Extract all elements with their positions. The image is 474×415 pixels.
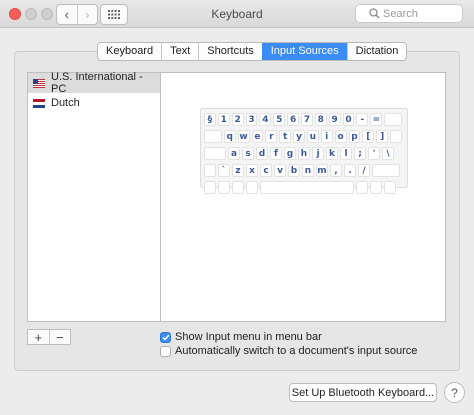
key: r bbox=[265, 130, 278, 143]
key: o bbox=[334, 130, 347, 143]
key: y bbox=[293, 130, 305, 143]
key: 4 bbox=[259, 113, 272, 126]
key: . bbox=[344, 164, 356, 177]
search-icon bbox=[369, 8, 380, 19]
checkbox-label: Automatically switch to a document's inp… bbox=[175, 345, 418, 357]
key-blank bbox=[260, 181, 354, 194]
keyboard-row: a s d f g h j k l ; ' \ bbox=[204, 147, 404, 161]
key: g bbox=[284, 147, 296, 160]
key-blank bbox=[384, 113, 402, 126]
input-source-list: U.S. International - PC Dutch bbox=[27, 71, 160, 322]
key: = bbox=[370, 113, 383, 126]
us-flag-icon bbox=[33, 78, 45, 88]
key: n bbox=[302, 164, 314, 177]
keyboard-row: § 1 2 3 4 5 6 7 8 9 0 - = bbox=[204, 113, 404, 127]
key: m bbox=[316, 164, 328, 177]
key: 3 bbox=[245, 113, 258, 126]
key-blank bbox=[204, 164, 216, 177]
key: ` bbox=[218, 164, 230, 177]
key: i bbox=[320, 130, 333, 143]
key: k bbox=[326, 147, 338, 160]
key: s bbox=[242, 147, 254, 160]
key-blank bbox=[390, 130, 402, 143]
key-blank bbox=[204, 147, 226, 160]
title-bar: ‹ › Keyboard Search bbox=[0, 0, 474, 28]
key: x bbox=[246, 164, 258, 177]
tab-keyboard[interactable]: Keyboard bbox=[98, 43, 161, 60]
key-blank bbox=[204, 181, 216, 194]
key: ] bbox=[376, 130, 389, 143]
list-add-remove-control: + − bbox=[27, 329, 71, 345]
key: p bbox=[348, 130, 361, 143]
key-blank bbox=[218, 181, 230, 194]
tab-input-sources[interactable]: Input Sources bbox=[261, 43, 347, 60]
tab-bar: Keyboard Text Shortcuts Input Sources Di… bbox=[97, 42, 408, 61]
key: q bbox=[223, 130, 236, 143]
key: 7 bbox=[301, 113, 313, 126]
keyboard-row: ` z x c v b n m , . / bbox=[204, 164, 404, 178]
key: 6 bbox=[287, 113, 300, 126]
key: h bbox=[298, 147, 310, 160]
key: 0 bbox=[342, 113, 355, 126]
key: a bbox=[228, 147, 240, 160]
key: l bbox=[340, 147, 352, 160]
key: 1 bbox=[217, 113, 230, 126]
key: c bbox=[260, 164, 272, 177]
tab-text[interactable]: Text bbox=[161, 43, 198, 60]
search-field[interactable]: Search bbox=[355, 4, 463, 23]
key: ; bbox=[354, 147, 366, 160]
setup-bluetooth-keyboard-button[interactable]: Set Up Bluetooth Keyboard... bbox=[289, 383, 437, 402]
key: § bbox=[204, 113, 216, 126]
key: b bbox=[288, 164, 300, 177]
key: e bbox=[251, 130, 264, 143]
key: j bbox=[312, 147, 324, 160]
key-blank bbox=[356, 181, 368, 194]
keyboard-preferences-window: ‹ › Keyboard Search Keyboard Text Shortc… bbox=[0, 0, 474, 415]
nl-flag-icon bbox=[33, 98, 45, 108]
show-input-menu-option[interactable]: Show Input menu in menu bar bbox=[160, 331, 322, 343]
tab-dictation[interactable]: Dictation bbox=[346, 43, 407, 60]
key: 2 bbox=[231, 113, 244, 126]
key: v bbox=[274, 164, 286, 177]
source-label: Dutch bbox=[51, 97, 80, 109]
list-item-us-international[interactable]: U.S. International - PC bbox=[28, 71, 160, 95]
tab-shortcuts[interactable]: Shortcuts bbox=[198, 43, 261, 60]
key: u bbox=[306, 130, 319, 143]
list-item-dutch[interactable]: Dutch bbox=[28, 93, 160, 113]
auto-switch-option[interactable]: Automatically switch to a document's inp… bbox=[160, 345, 417, 357]
key-blank bbox=[246, 181, 258, 194]
key: 9 bbox=[328, 113, 341, 126]
key: ' bbox=[368, 147, 380, 160]
key: t bbox=[279, 130, 292, 143]
key-blank bbox=[372, 164, 400, 177]
key: w bbox=[237, 130, 250, 143]
keyboard-row: q w e r t y u i o p [ ] bbox=[204, 130, 404, 144]
key-blank bbox=[370, 181, 382, 194]
key: - bbox=[356, 113, 369, 126]
key: , bbox=[330, 164, 342, 177]
key: f bbox=[270, 147, 282, 160]
help-button[interactable]: ? bbox=[444, 382, 465, 403]
key: 5 bbox=[273, 113, 286, 126]
key: z bbox=[232, 164, 244, 177]
key-blank bbox=[232, 181, 244, 194]
key: / bbox=[358, 164, 370, 177]
auto-switch-checkbox[interactable] bbox=[160, 345, 171, 357]
search-placeholder: Search bbox=[383, 7, 418, 20]
keyboard-row bbox=[204, 181, 404, 195]
show-input-menu-checkbox[interactable] bbox=[160, 331, 171, 343]
key: \ bbox=[382, 147, 394, 160]
key: 8 bbox=[314, 113, 327, 126]
keyboard-layout-preview: § 1 2 3 4 5 6 7 8 9 0 - = q w e r t y u … bbox=[200, 108, 408, 194]
key: [ bbox=[362, 130, 375, 143]
checkmark-icon bbox=[161, 333, 170, 341]
add-source-button[interactable]: + bbox=[28, 330, 49, 344]
remove-source-button[interactable]: − bbox=[48, 330, 71, 344]
key: d bbox=[256, 147, 268, 160]
key-blank bbox=[204, 130, 222, 143]
checkbox-label: Show Input menu in menu bar bbox=[175, 331, 322, 343]
source-label: U.S. International - PC bbox=[51, 71, 143, 95]
key-blank bbox=[384, 181, 396, 194]
